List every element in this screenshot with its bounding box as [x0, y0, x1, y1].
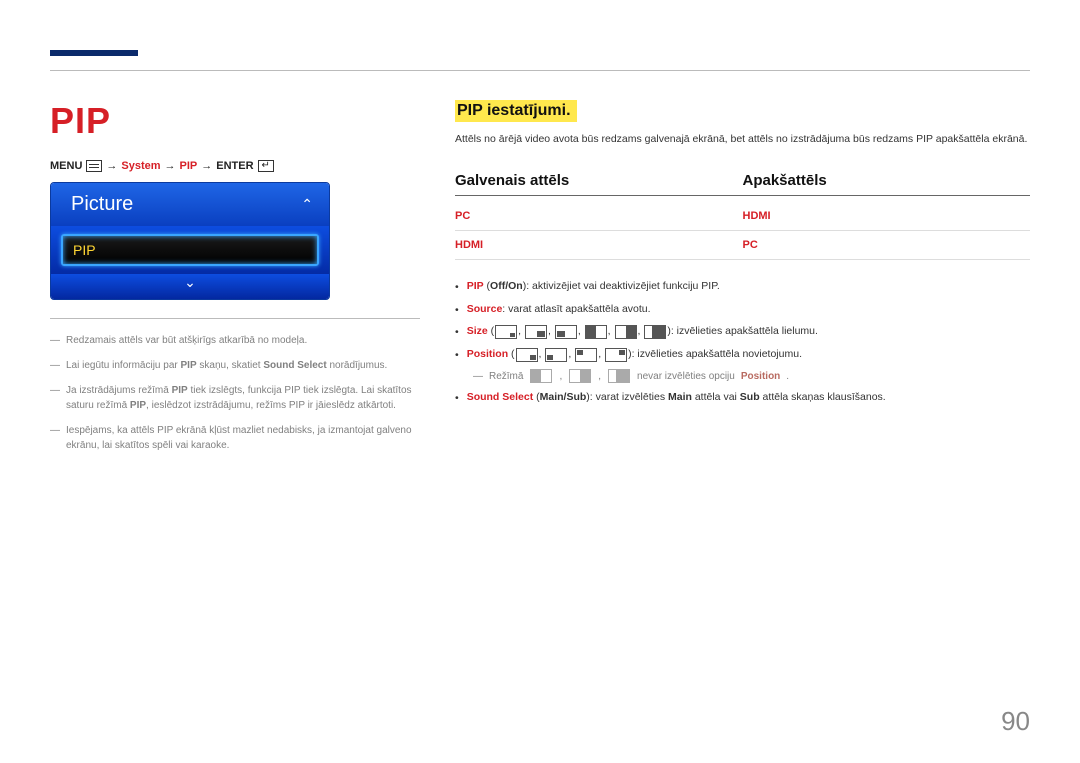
cell-main: PC [455, 210, 743, 222]
size-option-icon [615, 325, 637, 339]
intro-text: Attēls no ārējā video avota būs redzams … [455, 132, 1030, 148]
bullet-sound-select: • Sound Select (Main/Sub): varat izvēlēt… [455, 389, 1030, 408]
dash-icon: ― [50, 333, 60, 348]
arrow-icon: → [106, 160, 117, 172]
dash-icon: ― [50, 358, 60, 373]
table-row: HDMI PC [455, 231, 1030, 260]
bullet-icon: • [455, 346, 459, 365]
osd-panel: Picture ⌃ PIP ⌄ [50, 182, 330, 300]
cell-main: HDMI [455, 239, 743, 251]
osd-footer: ⌄ [51, 274, 329, 299]
note-line: ― Redzamais attēls var būt atšķirīgs atk… [50, 333, 420, 348]
arrow-icon: → [201, 160, 212, 172]
section-title: PIP iestatījumi. [455, 100, 577, 122]
position-option-icon [605, 348, 627, 362]
left-column: PIP MENU → System → PIP → ENTER Picture … [50, 100, 420, 463]
position-subnote: ― Režīmā , , nevar izvēlēties opciju Pos… [473, 369, 1030, 383]
cell-sub: PC [743, 239, 1031, 251]
bullet-icon: • [455, 323, 459, 342]
dash-icon: ― [50, 383, 60, 413]
header-accent-bar [50, 50, 138, 56]
note-text: Lai iegūtu informāciju par PIP skaņu, sk… [66, 358, 387, 373]
size-mode-icon [530, 369, 552, 383]
menu-path: MENU → System → PIP → ENTER [50, 160, 420, 172]
right-column: PIP iestatījumi. Attēls no ārējā video a… [455, 100, 1030, 412]
bullet-icon: • [455, 278, 459, 297]
dash-icon: ― [473, 371, 483, 382]
path-system: System [121, 160, 160, 172]
size-mode-icon [569, 369, 591, 383]
bullet-icon: • [455, 301, 459, 320]
page-number: 90 [1001, 706, 1030, 737]
bullet-list: • PIP (Off/On): aktivizējiet vai deaktiv… [455, 278, 1030, 408]
col-sub-image: Apakšattēls [743, 172, 1031, 189]
dash-icon: ― [50, 423, 60, 453]
size-option-icon [495, 325, 517, 339]
osd-header: Picture ⌃ [51, 183, 329, 226]
note-text: Ja izstrādājums režīmā PIP tiek izslēgts… [66, 383, 420, 413]
cell-sub: HDMI [743, 210, 1031, 222]
table-row: PC HDMI [455, 202, 1030, 231]
size-option-icon [525, 325, 547, 339]
size-option-icon [585, 325, 607, 339]
arrow-icon: → [165, 160, 176, 172]
table-header-row: Galvenais attēls Apakšattēls [455, 172, 1030, 196]
position-option-icon [545, 348, 567, 362]
chevron-down-icon[interactable]: ⌄ [184, 274, 196, 290]
enter-label: ENTER [216, 160, 253, 172]
note-line: ― Lai iegūtu informāciju par PIP skaņu, … [50, 358, 420, 373]
bullet-source: • Source: varat atlasīt apakšattēla avot… [455, 301, 1030, 320]
note-line: ― Iespējams, ka attēls PIP ekrānā kļūst … [50, 423, 420, 453]
notes-divider [50, 318, 420, 319]
size-mode-icon [608, 369, 630, 383]
menu-label: MENU [50, 160, 82, 172]
page-title: PIP [50, 100, 420, 142]
position-option-icon [575, 348, 597, 362]
path-pip: PIP [180, 160, 198, 172]
bullet-position: • Position (, , , ): izvēlieties apakšat… [455, 346, 1030, 365]
size-option-icon [555, 325, 577, 339]
size-option-icon [644, 325, 666, 339]
bullet-pip: • PIP (Off/On): aktivizējiet vai deaktiv… [455, 278, 1030, 297]
col-main-image: Galvenais attēls [455, 172, 743, 189]
osd-title: Picture [71, 193, 133, 216]
note-text: Redzamais attēls var būt atšķirīgs atkar… [66, 333, 307, 348]
position-option-icon [516, 348, 538, 362]
bullet-icon: • [455, 389, 459, 408]
note-text: Iespējams, ka attēls PIP ekrānā kļūst ma… [66, 423, 420, 453]
note-line: ― Ja izstrādājums režīmā PIP tiek izslēg… [50, 383, 420, 413]
chevron-up-icon[interactable]: ⌃ [301, 196, 313, 213]
header-divider [50, 70, 1030, 71]
osd-body: PIP [51, 226, 329, 278]
osd-menu-item-pip[interactable]: PIP [61, 234, 319, 266]
menu-icon [86, 160, 102, 172]
bullet-size: • Size (, , , , , ): izvēlieties apakšat… [455, 323, 1030, 342]
enter-icon [258, 160, 274, 172]
